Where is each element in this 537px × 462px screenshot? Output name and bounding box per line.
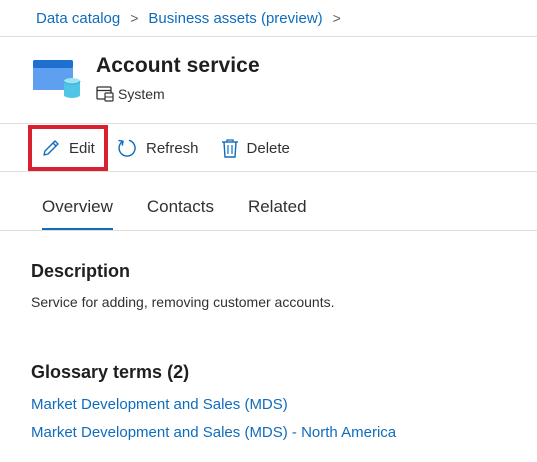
asset-type: System xyxy=(96,86,165,102)
refresh-label: Refresh xyxy=(146,139,199,157)
tab-overview[interactable]: Overview xyxy=(31,186,124,230)
refresh-icon xyxy=(118,139,136,157)
breadcrumb: Data catalog > Business assets (preview)… xyxy=(0,0,537,37)
chevron-right-icon: > xyxy=(332,10,341,26)
glossary-term-link[interactable]: Market Development and Sales (MDS) - Nor… xyxy=(31,424,396,441)
delete-label: Delete xyxy=(246,139,290,157)
asset-details-page: Data catalog > Business assets (preview)… xyxy=(0,0,537,462)
description-heading: Description xyxy=(31,261,131,281)
database-table-icon xyxy=(33,60,81,98)
breadcrumb-business-assets[interactable]: Business assets (preview) xyxy=(148,10,322,27)
tab-contacts[interactable]: Contacts xyxy=(136,186,225,230)
asset-header: Account service System xyxy=(31,52,511,108)
trash-icon xyxy=(221,139,238,158)
tab-related[interactable]: Related xyxy=(237,186,318,230)
asset-type-label: System xyxy=(118,86,165,102)
refresh-button[interactable]: Refresh xyxy=(116,137,199,159)
edit-button[interactable]: Edit xyxy=(28,125,108,171)
chevron-right-icon: > xyxy=(130,10,139,26)
description-text: Service for adding, removing customer ac… xyxy=(31,294,335,310)
tab-list: Overview Contacts Related xyxy=(31,186,318,230)
pencil-icon xyxy=(43,140,59,156)
breadcrumb-data-catalog[interactable]: Data catalog xyxy=(36,10,120,27)
divider xyxy=(0,123,537,124)
page-title: Account service xyxy=(96,54,260,77)
divider xyxy=(0,171,537,172)
glossary-heading: Glossary terms (2) xyxy=(31,362,190,382)
edit-label: Edit xyxy=(69,139,95,157)
system-icon xyxy=(96,86,114,102)
glossary-term-link[interactable]: Market Development and Sales (MDS) xyxy=(31,396,288,413)
divider xyxy=(0,230,537,231)
delete-button[interactable]: Delete xyxy=(221,138,290,158)
command-bar: Edit Refresh Delete xyxy=(28,125,290,171)
